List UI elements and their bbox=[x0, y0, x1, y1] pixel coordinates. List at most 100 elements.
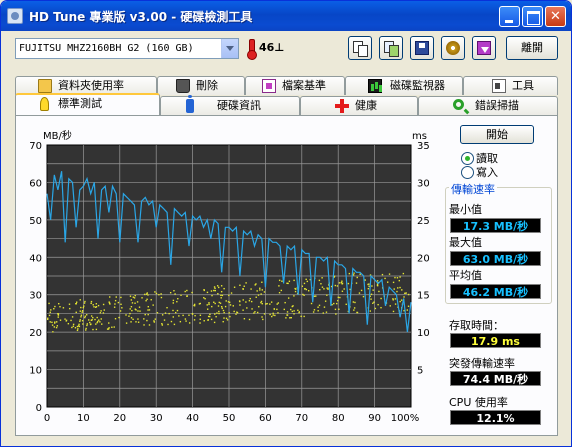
access-time-point bbox=[80, 306, 82, 309]
access-time-point bbox=[58, 302, 60, 305]
tab-label: 標準測試 bbox=[58, 97, 102, 110]
access-time-point bbox=[92, 316, 94, 319]
access-time-point bbox=[305, 288, 308, 291]
access-time-point bbox=[78, 323, 80, 326]
access-time-point bbox=[138, 306, 141, 308]
access-time-point bbox=[132, 296, 135, 298]
access-time-point bbox=[133, 297, 136, 299]
access-time-point bbox=[94, 306, 97, 308]
access-time-point bbox=[51, 324, 54, 326]
minimize-tray-button[interactable] bbox=[472, 36, 496, 60]
access-time-point bbox=[79, 320, 81, 323]
y-tick-left: 60 bbox=[29, 178, 42, 189]
thermometer-icon bbox=[247, 39, 257, 60]
minimize-button[interactable] bbox=[499, 6, 520, 27]
access-time-point bbox=[144, 293, 146, 296]
tab-health[interactable]: 健康 bbox=[300, 96, 418, 115]
tab-extra[interactable]: 工具 bbox=[463, 76, 558, 95]
access-time-point bbox=[337, 296, 340, 299]
exit-button[interactable]: 離開 bbox=[506, 36, 558, 60]
access-time-point bbox=[100, 310, 102, 312]
radio-write-indicator[interactable] bbox=[461, 166, 474, 179]
maximize-button[interactable] bbox=[522, 6, 543, 27]
access-time-point bbox=[323, 306, 326, 308]
access-time-point bbox=[174, 293, 176, 295]
access-time-point bbox=[217, 293, 219, 295]
access-time-point bbox=[260, 293, 262, 295]
copy-text-button[interactable] bbox=[348, 36, 372, 60]
access-time-point bbox=[376, 284, 379, 286]
access-time-point bbox=[214, 287, 216, 290]
drive-select[interactable]: FUJITSU MHZ2160BH G2 (160 GB) bbox=[15, 38, 239, 59]
read-radio[interactable]: 讀取 bbox=[461, 152, 551, 166]
access-time-point bbox=[242, 299, 244, 301]
gear-icon bbox=[446, 41, 460, 55]
access-time-point bbox=[364, 279, 366, 281]
access-time-point bbox=[370, 293, 373, 296]
access-time-point bbox=[281, 280, 283, 282]
access-time-point bbox=[353, 309, 355, 311]
tab-info[interactable]: 硬碟資訊 bbox=[160, 95, 300, 115]
close-button[interactable]: ✕ bbox=[545, 6, 566, 27]
access-time-point bbox=[130, 321, 132, 323]
access-time-point bbox=[371, 285, 373, 287]
access-time-point bbox=[290, 308, 292, 311]
access-time-point bbox=[293, 279, 295, 282]
access-time-point bbox=[72, 323, 75, 326]
access-time-point bbox=[263, 313, 266, 315]
access-time-point bbox=[270, 301, 273, 303]
access-time-point bbox=[172, 316, 174, 318]
access-time-point bbox=[334, 284, 337, 287]
access-time-point bbox=[372, 302, 374, 304]
access-time-point bbox=[404, 292, 406, 295]
access-time-point bbox=[228, 301, 231, 304]
save-button[interactable] bbox=[410, 36, 434, 60]
chevron-down-icon[interactable] bbox=[221, 39, 238, 58]
access-time-point bbox=[317, 306, 319, 308]
title-bar[interactable]: HD Tune 專業版 v3.00 - 硬碟檢測工具 ✕ bbox=[1, 1, 571, 31]
access-time-point bbox=[114, 299, 117, 302]
avg-value: 46.2 MB/秒 bbox=[450, 284, 541, 299]
access-time-point bbox=[310, 302, 313, 305]
tab-erase[interactable]: 刪除 bbox=[157, 76, 245, 95]
start-button[interactable]: 開始 bbox=[460, 125, 534, 144]
write-radio[interactable]: 寫入 bbox=[461, 166, 551, 180]
access-time-point bbox=[90, 315, 93, 317]
access-time-point bbox=[288, 280, 291, 282]
access-time-point bbox=[265, 303, 267, 305]
access-time-point bbox=[399, 286, 401, 289]
access-time-point bbox=[50, 309, 52, 311]
access-time-point bbox=[154, 291, 156, 293]
access-time-point bbox=[147, 313, 149, 316]
access-time-point bbox=[326, 294, 328, 296]
tab-benchmark[interactable]: 標準測試 bbox=[15, 93, 160, 115]
copy-screenshot-button[interactable] bbox=[379, 36, 403, 60]
access-time-point bbox=[272, 312, 274, 315]
access-time-point bbox=[274, 314, 276, 317]
access-time-point bbox=[300, 315, 302, 318]
tab-error-scan[interactable]: 錯誤掃描 bbox=[418, 96, 558, 115]
access-time-point bbox=[130, 317, 133, 319]
access-time-point bbox=[153, 320, 155, 322]
access-time-point bbox=[204, 298, 206, 300]
access-time-value: 17.9 ms bbox=[450, 333, 541, 348]
access-time-point bbox=[161, 314, 164, 316]
access-time-point bbox=[95, 328, 98, 331]
tab-file-benchmark[interactable]: 檔案基準 bbox=[245, 76, 345, 95]
access-time-point bbox=[89, 321, 91, 324]
access-time-point bbox=[79, 299, 81, 301]
access-time-point bbox=[292, 305, 294, 307]
access-time-point bbox=[135, 321, 137, 323]
access-time-point bbox=[48, 314, 51, 317]
trash-icon bbox=[176, 79, 190, 93]
access-time-point bbox=[261, 281, 263, 283]
options-button[interactable] bbox=[441, 36, 465, 60]
access-time-point bbox=[52, 331, 54, 333]
access-time-point bbox=[185, 320, 187, 322]
app-icon bbox=[7, 8, 23, 24]
access-time-point bbox=[207, 319, 210, 321]
access-time-point bbox=[369, 310, 371, 312]
floppy-save-icon bbox=[415, 41, 429, 55]
radio-read-indicator[interactable] bbox=[461, 152, 474, 165]
tab-disk-monitor[interactable]: 磁碟監視器 bbox=[345, 76, 463, 95]
